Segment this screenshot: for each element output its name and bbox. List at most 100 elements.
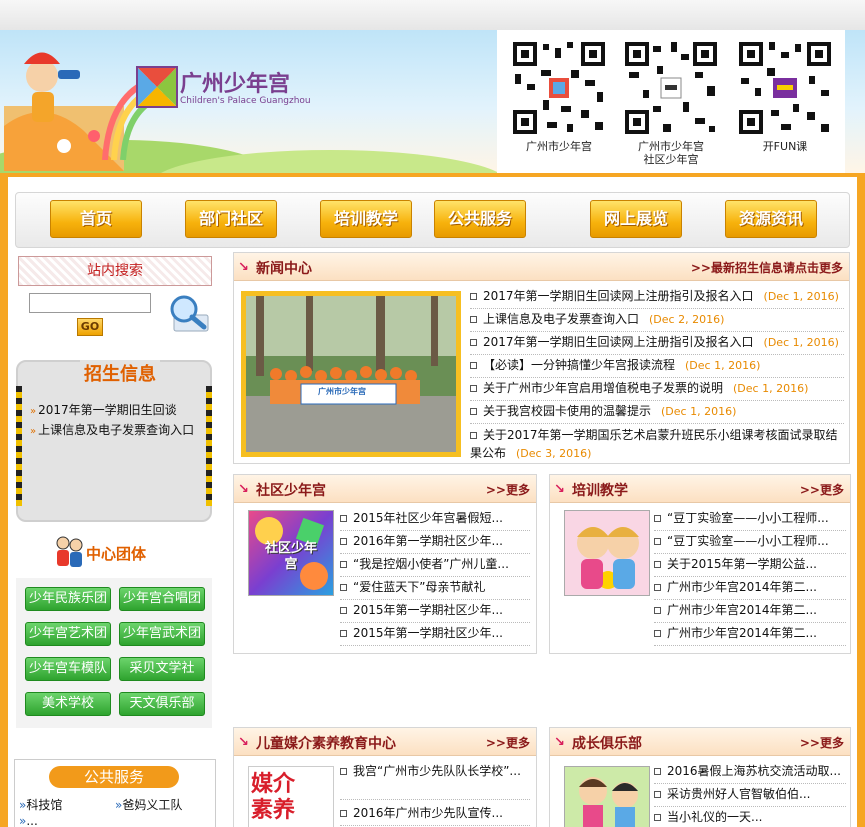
media-literacy-item[interactable]: 我宫“广州市少先队队长学校”... (340, 760, 530, 800)
bullet-icon (654, 515, 661, 522)
training-item[interactable]: 关于2015年第一学期公益... (654, 553, 846, 577)
nav-resources[interactable]: 资源资讯 (725, 200, 817, 238)
nav-home[interactable]: 首页 (50, 200, 142, 238)
bullet-icon (470, 316, 477, 323)
qr-label: 开FUN课 (762, 140, 808, 153)
bullet-icon (340, 584, 347, 591)
nav-public-service[interactable]: 公共服务 (434, 200, 526, 238)
news-photo[interactable]: 广州市少年宫 (241, 291, 461, 457)
arrow-icon: ↘ (238, 260, 249, 275)
growth-club-item[interactable]: 2016暑假上海苏杭交流活动取... (654, 760, 846, 784)
community-more-link[interactable]: >>更多 (486, 481, 530, 498)
enrollment-info-item[interactable]: » 上课信息及电子发票查询入口 (30, 422, 198, 440)
media-literacy-more-link[interactable]: >>更多 (486, 734, 530, 751)
training-more-link[interactable]: >>更多 (800, 481, 844, 498)
dolls-image (565, 511, 649, 595)
nav-training[interactable]: 培训教学 (320, 200, 412, 238)
bullet-icon (470, 385, 477, 392)
group-button[interactable]: 少年宫艺术团 (25, 622, 111, 646)
tangram-logo-icon (136, 66, 178, 108)
community-item[interactable]: 2016年第一学期社区少年... (340, 530, 530, 554)
media-literacy-image[interactable]: 媒介素养 (248, 766, 334, 827)
arrow-icon: ↘ (238, 482, 249, 497)
growth-club-item[interactable]: 采访贵州好人官智敏伯伯... (654, 783, 846, 807)
public-service-box: 公共服务 »科技馆 »爸妈义工队 »... (14, 759, 216, 827)
training-panel: ↘ 培训教学 >>更多 “豆丁实验室——小小工程师... “豆丁实验室——小小工… (549, 474, 851, 654)
search-input[interactable] (29, 293, 151, 313)
bullet-icon (470, 339, 477, 346)
training-item[interactable]: 广州市少年宫2014年第二... (654, 576, 846, 600)
group-button[interactable]: 少年宫车模队 (25, 657, 111, 681)
training-item[interactable]: 广州市少年宫2014年第二... (654, 599, 846, 623)
bullet-icon (654, 561, 661, 568)
public-service-link[interactable]: »爸妈义工队 (115, 796, 182, 813)
news-item[interactable]: 关于2017年第一学期国乐艺术启蒙升班民乐小组课考核面试录取结果公布 (Dec 3… (470, 423, 844, 465)
news-center-title: 新闻中心 (256, 261, 312, 277)
public-service-link[interactable]: »... (19, 814, 38, 827)
qr-label: 广州市少年宫 (526, 140, 592, 153)
community-item[interactable]: “爱住蓝天下”母亲节献礼 (340, 576, 530, 600)
qr-code-panel: 广州市少年宫 广州市少年宫 社区少年宫 开FUN课 (497, 30, 845, 173)
decor-stripe (16, 386, 22, 506)
bullet-icon (340, 607, 347, 614)
community-title: 社区少年宫 (256, 483, 326, 499)
media-literacy-item[interactable]: 2016年广州市少先队宣传... (340, 802, 530, 826)
community-item[interactable]: 2015年第一学期社区少年... (340, 622, 530, 646)
news-item[interactable]: 2017年第一学期旧生回读网上注册指引及报名入口 (Dec 1, 2016) (470, 331, 844, 355)
go-button[interactable]: GO (77, 318, 103, 336)
community-item[interactable]: “我是控烟小使者”广州儿童... (340, 553, 530, 577)
group-button[interactable]: 美术学校 (25, 692, 111, 716)
bullet-icon (470, 408, 477, 415)
bullet-icon (654, 814, 661, 821)
group-button[interactable]: 少年宫武术团 (119, 622, 205, 646)
community-image[interactable]: 社区少年宫 (248, 510, 334, 596)
community-item[interactable]: 2015年第一学期社区少年... (340, 599, 530, 623)
browser-top-strip (0, 0, 865, 30)
main-frame: 首页 部门社区 培训教学 公共服务 网上展览 资源资讯 站内搜索 GO 招生信息… (0, 173, 865, 827)
bullet-icon (654, 538, 661, 545)
training-item[interactable]: 广州市少年宫2014年第二... (654, 622, 846, 646)
groups-title: 中心团体 (86, 545, 147, 563)
site-header: 广州少年宫 Children's Palace Guangzhou 广州市少年宫… (0, 30, 865, 173)
group-button[interactable]: 天文俱乐部 (119, 692, 205, 716)
bullet-icon (340, 768, 347, 775)
growth-club-image[interactable] (564, 766, 650, 827)
enrollment-info-box: 招生信息 » 2017年第一学期旧生回谈 » 上课信息及电子发票查询入口 (16, 360, 212, 522)
training-title: 培训教学 (572, 483, 628, 499)
news-more-link[interactable]: >>最新招生信息请点击更多 (691, 259, 843, 276)
media-literacy-panel: ↘ 儿童媒介素养教育中心 >>更多 媒介素养 我宫“广州市少先队队长学校”...… (233, 727, 537, 827)
growth-club-title: 成长俱乐部 (572, 736, 642, 752)
bullet-icon (654, 630, 661, 637)
news-item[interactable]: 2017年第一学期旧生回读网上注册指引及报名入口 (Dec 1, 2016) (470, 285, 844, 309)
news-item[interactable]: 关于我宫校园卡使用的温馨提示 (Dec 1, 2016) (470, 400, 844, 424)
training-item[interactable]: “豆丁实验室——小小工程师... (654, 507, 846, 531)
bullet-icon (470, 293, 477, 300)
growth-club-item[interactable]: 当小礼仪的一天... (654, 806, 846, 827)
community-item[interactable]: 2015年社区少年宫暑假短... (340, 507, 530, 531)
group-button[interactable]: 少年民族乐团 (25, 587, 111, 611)
training-item[interactable]: “豆丁实验室——小小工程师... (654, 530, 846, 554)
logo-chinese-name: 广州少年宫 (180, 71, 291, 97)
bullet-icon (340, 810, 347, 817)
panel-header: ↘ 成长俱乐部 >>更多 (550, 728, 850, 756)
growth-club-more-link[interactable]: >>更多 (800, 734, 844, 751)
training-image[interactable] (564, 510, 650, 596)
news-item[interactable]: 【必读】一分钟搞懂少年宫报读流程 (Dec 1, 2016) (470, 354, 844, 378)
group-button[interactable]: 采贝文学社 (119, 657, 205, 681)
public-service-link[interactable]: »科技馆 (19, 796, 62, 813)
news-item[interactable]: 上课信息及电子发票查询入口 (Dec 2, 2016) (470, 308, 844, 332)
nav-departments[interactable]: 部门社区 (185, 200, 277, 238)
group-button[interactable]: 少年宫合唱团 (119, 587, 205, 611)
nav-online-exhibition[interactable]: 网上展览 (590, 200, 682, 238)
bullet-icon (470, 362, 477, 369)
enrollment-info-item[interactable]: » 2017年第一学期旧生回谈 (30, 402, 198, 420)
news-item[interactable]: 关于广州市少年宫启用增值税电子发票的说明 (Dec 1, 2016) (470, 377, 844, 401)
news-center-panel: ↘ 新闻中心 >>最新招生信息请点击更多 广州市少年宫 2017年第一学期旧生回… (233, 252, 850, 464)
media-literacy-image-text: 媒介素养 (251, 771, 296, 823)
bullet-icon (654, 791, 661, 798)
arrow-icon: ↘ (238, 735, 249, 750)
qr-code-image (737, 40, 833, 136)
search-section-title: 站内搜索 (18, 256, 212, 286)
qr-code-image (511, 40, 607, 136)
site-logo[interactable]: 广州少年宫 Children's Palace Guangzhou (136, 64, 311, 112)
